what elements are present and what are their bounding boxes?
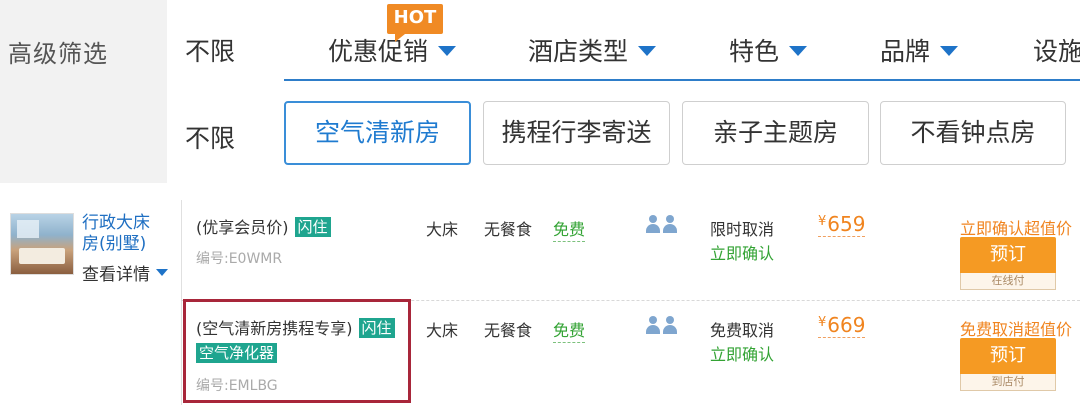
currency-symbol: ¥ (818, 214, 827, 229)
filter-category-brand[interactable]: 品牌 (880, 32, 959, 68)
chevron-down-icon (638, 46, 657, 56)
category-label: 设施 (1033, 37, 1080, 66)
active-category-underline (284, 79, 1080, 81)
confirm-status: 立即确认 (710, 345, 775, 364)
category-label: 品牌 (880, 37, 931, 66)
filter-panel-label-area: 高级筛选 (0, 0, 167, 183)
payment-type: 到店付 (960, 374, 1056, 391)
wifi-free[interactable]: 免费 (553, 216, 586, 242)
cancel-policy[interactable]: 限时取消 (710, 216, 774, 240)
person-icon (663, 215, 677, 233)
filter-category-feature[interactable]: 特色 (729, 32, 808, 68)
rate-row: (空气清新房携程专享) 闪住 空气净化器 编号:EMLBG 大床 无餐食 免费 免… (182, 301, 1080, 401)
air-purifier-tag-wrap: 空气净化器 (196, 343, 278, 363)
category-label: 优惠促销 (328, 37, 429, 66)
view-details-link[interactable]: 查看详情 (82, 260, 168, 285)
person-icon (646, 316, 660, 334)
chip-fresh-air-room[interactable]: 空气清新房 (284, 101, 471, 165)
bed-type: 大床 (426, 321, 459, 340)
hot-badge: HOT (387, 4, 443, 42)
book-button[interactable]: 预订 (960, 338, 1056, 374)
breakfast: 无餐食 (484, 321, 533, 340)
view-details-label: 查看详情 (82, 265, 150, 285)
filter-category-hotel-type[interactable]: 酒店类型 (528, 32, 657, 68)
chevron-down-icon (156, 269, 168, 276)
chip-family-theme-room[interactable]: 亲子主题房 (682, 101, 869, 165)
breakfast: 无餐食 (484, 220, 533, 239)
promo-label: 免费取消超值价 (960, 320, 1073, 339)
payment-type: 在线付 (960, 273, 1056, 290)
room-bed (19, 248, 65, 264)
filter-unlimited-label: 不限 (185, 37, 236, 66)
rate-plan-name: (优享会员价) (196, 218, 289, 237)
occupancy-icon[interactable] (646, 316, 677, 334)
filter-option-row: 不限 空气清新房 携程行李寄送 亲子主题房 不看钟点房 (167, 82, 1080, 183)
occupancy-icon[interactable] (646, 215, 677, 233)
room-thumbnail[interactable] (10, 213, 74, 275)
bed-type: 大床 (426, 220, 459, 239)
rate-row: (优享会员价) 闪住 编号:E0WMR 大床 无餐食 免费 限时取消 立即确认 ¥… (182, 200, 1080, 300)
rate-code: 编号:E0WMR (196, 251, 283, 267)
chevron-down-icon (438, 46, 457, 56)
filter-category-row: 不限 优惠促销 酒店类型 特色 品牌 设施 (167, 0, 1080, 82)
promo-label: 立即确认超值价 (960, 219, 1073, 238)
cancel-policy[interactable]: 免费取消 (710, 317, 774, 341)
filter-unlimited-1[interactable]: 不限 (185, 32, 235, 68)
person-icon (646, 215, 660, 233)
chip-no-hourly-room[interactable]: 不看钟点房 (880, 101, 1066, 165)
chip-luggage-delivery[interactable]: 携程行李寄送 (483, 101, 670, 165)
flash-stay-tag: 闪住 (294, 217, 331, 237)
category-label: 特色 (729, 37, 780, 66)
book-button[interactable]: 预订 (960, 237, 1056, 273)
price-value: 659 (827, 212, 866, 236)
price[interactable]: ¥659 (818, 212, 866, 237)
wifi-free[interactable]: 免费 (553, 317, 586, 343)
rate-code: 编号:EMLBG (196, 378, 278, 394)
room-window (17, 220, 39, 238)
rate-plan: (空气清新房携程专享) 闪住 (196, 315, 395, 339)
person-icon (663, 316, 677, 334)
rate-plan-name: (空气清新房携程专享) (196, 319, 353, 338)
filter-category-facilities[interactable]: 设施 (1033, 32, 1080, 68)
chevron-down-icon (940, 46, 959, 56)
chevron-down-icon (789, 46, 808, 56)
price-value: 669 (827, 313, 866, 337)
flash-stay-tag: 闪住 (358, 318, 395, 338)
rate-plan: (优享会员价) 闪住 (196, 214, 331, 238)
filter-unlimited-2[interactable]: 不限 (185, 119, 235, 155)
filter-category-promotion[interactable]: 优惠促销 (328, 32, 457, 68)
price[interactable]: ¥669 (818, 313, 866, 338)
room-name-link[interactable]: 行政大床房(别墅) (82, 213, 166, 255)
air-purifier-tag: 空气净化器 (196, 343, 278, 363)
currency-symbol: ¥ (818, 315, 827, 330)
confirm-status: 立即确认 (710, 244, 775, 263)
category-label: 酒店类型 (528, 37, 629, 66)
filter-title: 高级筛选 (8, 40, 108, 68)
